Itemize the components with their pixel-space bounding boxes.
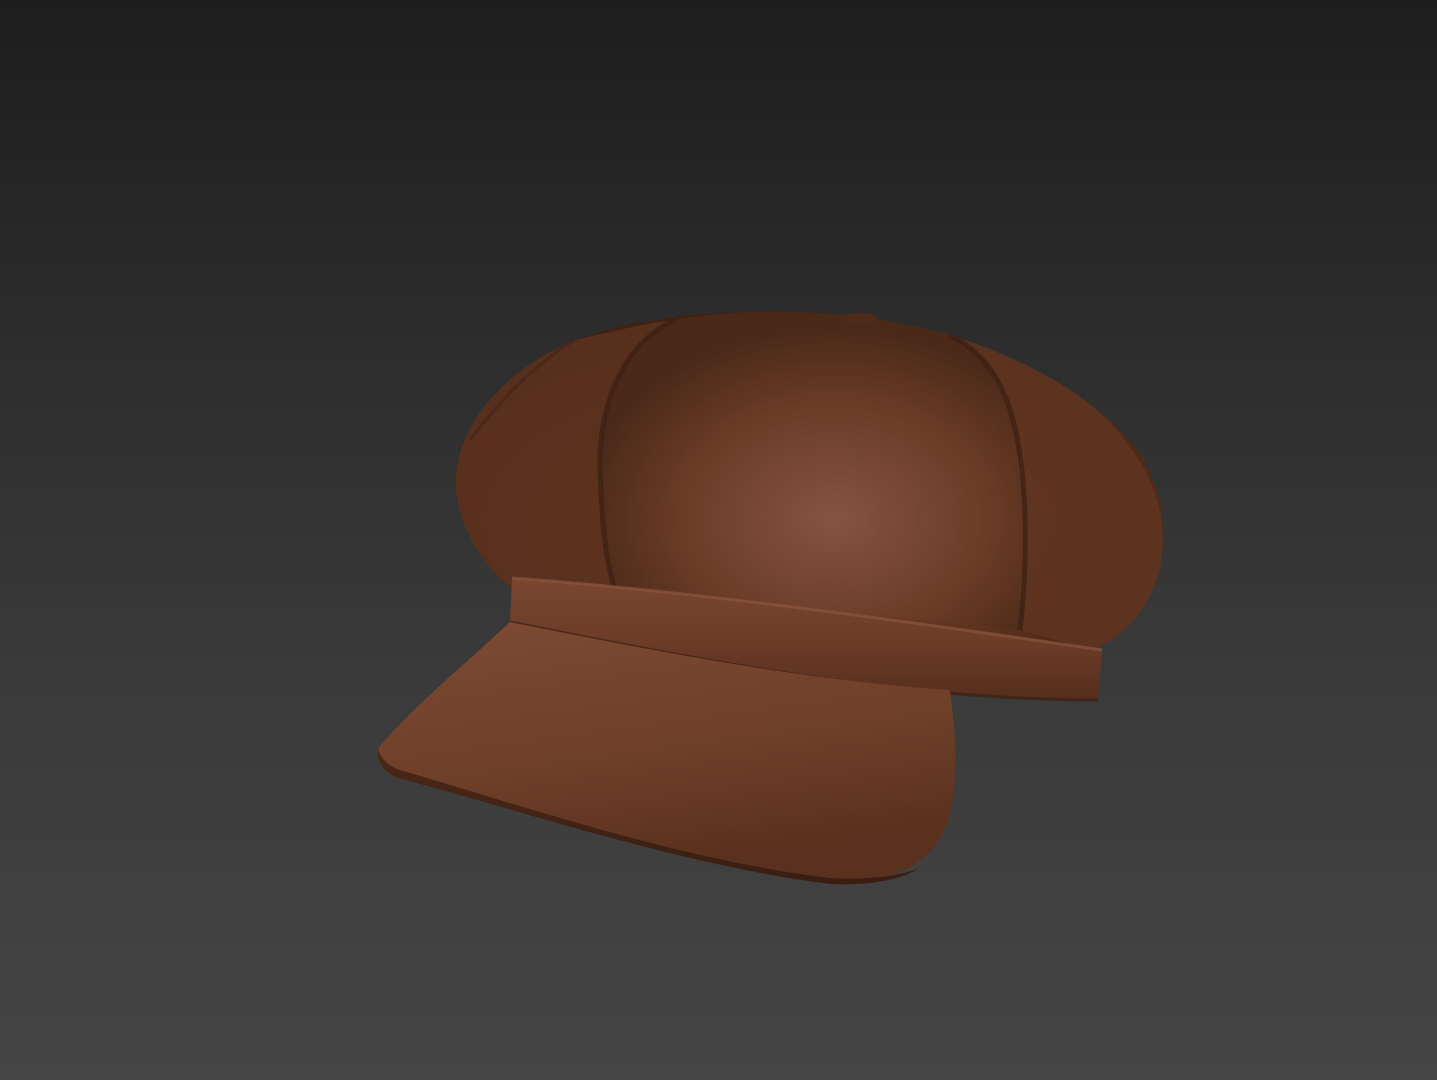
newsboy-cap-render <box>377 311 1163 885</box>
cap-panel-center <box>599 311 1026 630</box>
3d-viewport[interactable] <box>0 0 1437 1080</box>
cap-top-button <box>842 313 878 325</box>
